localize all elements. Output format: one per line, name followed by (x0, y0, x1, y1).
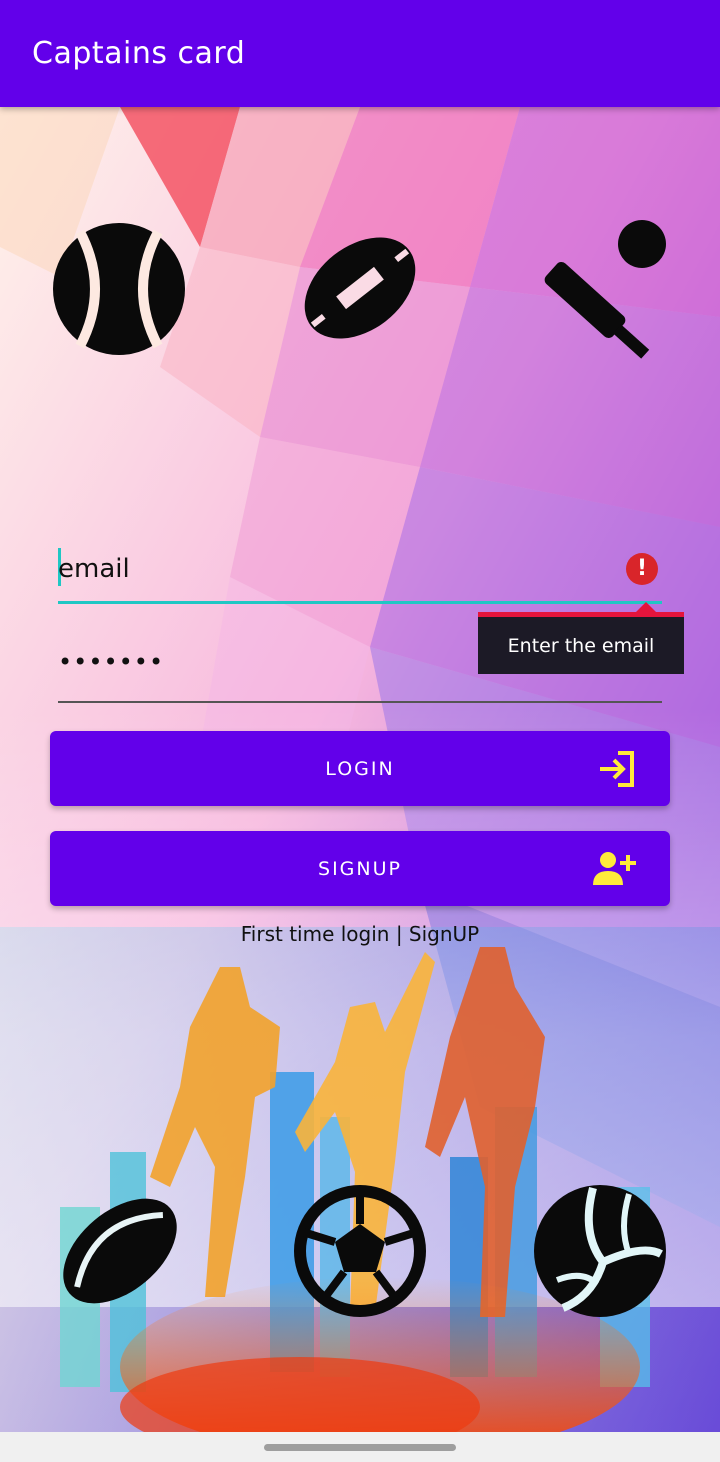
app-bar: Captains card (0, 0, 720, 107)
cricket-bat-ball-icon (544, 220, 666, 359)
password-field-value: ••••••• (58, 648, 165, 676)
email-field-underline (58, 601, 662, 604)
app-title: Captains card (32, 36, 246, 71)
american-football-icon (304, 237, 416, 339)
rugby-ball-icon (63, 1198, 177, 1304)
login-button-label: LOGIN (325, 757, 395, 780)
login-button[interactable]: LOGIN (50, 731, 670, 806)
add-user-icon (593, 852, 636, 885)
password-field-underline (58, 701, 662, 703)
volleyball-icon (534, 1185, 666, 1317)
soccer-ball-icon (294, 1185, 426, 1317)
email-field[interactable]: email (58, 550, 662, 600)
tennis-ball-icon (53, 223, 185, 355)
signup-button[interactable]: SIGNUP (50, 831, 670, 906)
password-field[interactable]: ••••••• (58, 648, 662, 698)
signup-button-label: SIGNUP (318, 857, 402, 880)
home-gesture-handle[interactable] (264, 1444, 456, 1451)
signup-link[interactable]: First time login | SignUP (0, 922, 720, 946)
login-arrow-icon (600, 751, 634, 787)
system-navigation-bar (0, 1432, 720, 1462)
error-icon[interactable]: ! (626, 553, 658, 585)
tooltip-arrow (636, 602, 656, 612)
email-field-value: email (58, 554, 130, 584)
